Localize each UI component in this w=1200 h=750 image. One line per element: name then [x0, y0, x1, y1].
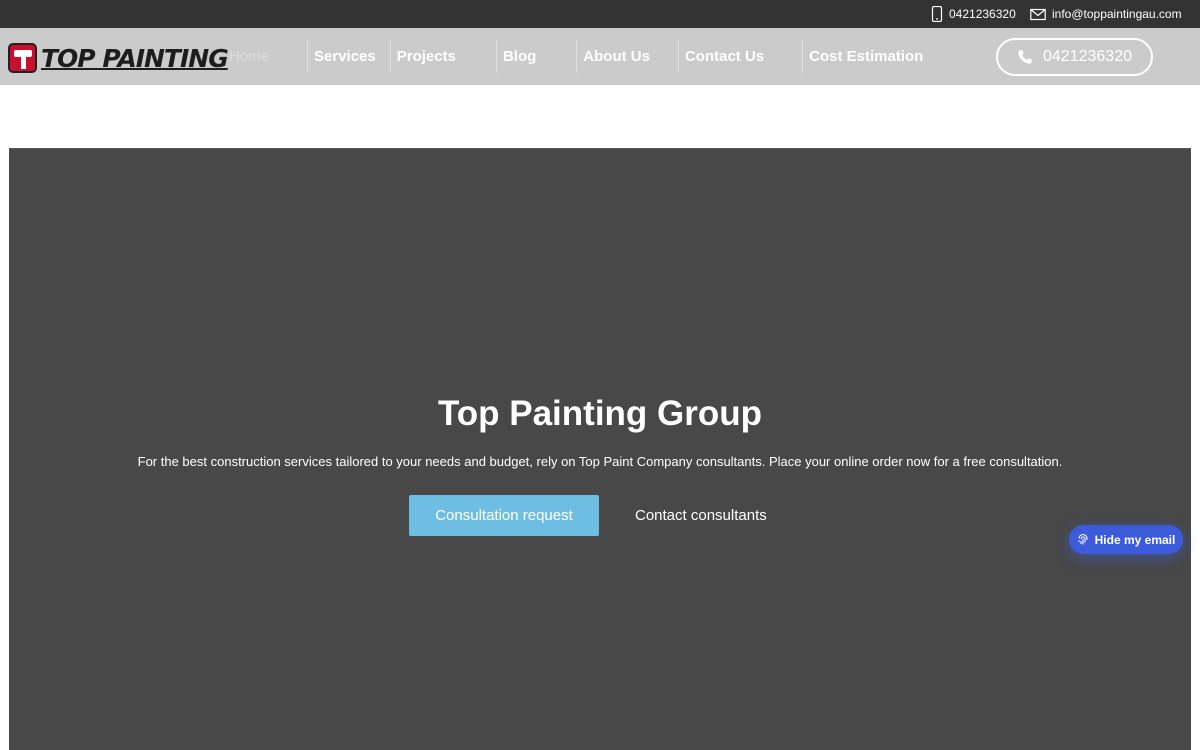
top-contact-bar: 0421236320 info@toppaintingau.com — [0, 0, 1200, 28]
contact-consultants-button[interactable]: Contact consultants — [635, 495, 767, 536]
hide-my-email-button[interactable]: Hide my email — [1069, 525, 1183, 554]
nav-item-projects[interactable]: Projects — [389, 40, 496, 73]
hero-subtitle: For the best construction services tailo… — [137, 454, 1063, 469]
call-button-label: 0421236320 — [1043, 48, 1132, 65]
paint-roller-icon — [8, 43, 37, 73]
fingerprint-icon — [1078, 533, 1088, 545]
hero-section: Top Painting Group For the best construc… — [9, 148, 1191, 750]
nav-item-about-us[interactable]: About Us — [576, 40, 678, 73]
topbar-phone-text: 0421236320 — [949, 7, 1016, 21]
hero-title: Top Painting Group — [437, 394, 763, 433]
site-logo[interactable]: TOP PAINTING — [8, 41, 229, 75]
main-navbar: TOP PAINTING Home Services Projects Blog… — [0, 28, 1200, 85]
hide-my-email-label: Hide my email — [1094, 532, 1176, 547]
nav-item-blog[interactable]: Blog — [495, 40, 576, 73]
nav-item-home[interactable]: Home — [210, 40, 307, 73]
main-nav: Home Services Projects Blog About Us Con… — [210, 28, 937, 85]
nav-item-cost-estimation[interactable]: Cost Estimation — [802, 40, 937, 73]
mobile-phone-icon — [931, 6, 943, 22]
consultation-request-button[interactable]: Consultation request — [409, 495, 599, 536]
envelope-icon — [1030, 8, 1046, 21]
topbar-email[interactable]: info@toppaintingau.com — [1030, 0, 1182, 28]
nav-item-services[interactable]: Services — [307, 40, 390, 73]
call-button[interactable]: 0421236320 — [996, 38, 1153, 76]
phone-icon — [1018, 50, 1032, 64]
logo-text: TOP PAINTING — [41, 43, 229, 73]
topbar-email-text: info@toppaintingau.com — [1052, 7, 1182, 21]
nav-item-contact-us[interactable]: Contact Us — [677, 40, 802, 73]
topbar-phone[interactable]: 0421236320 — [931, 0, 1016, 28]
